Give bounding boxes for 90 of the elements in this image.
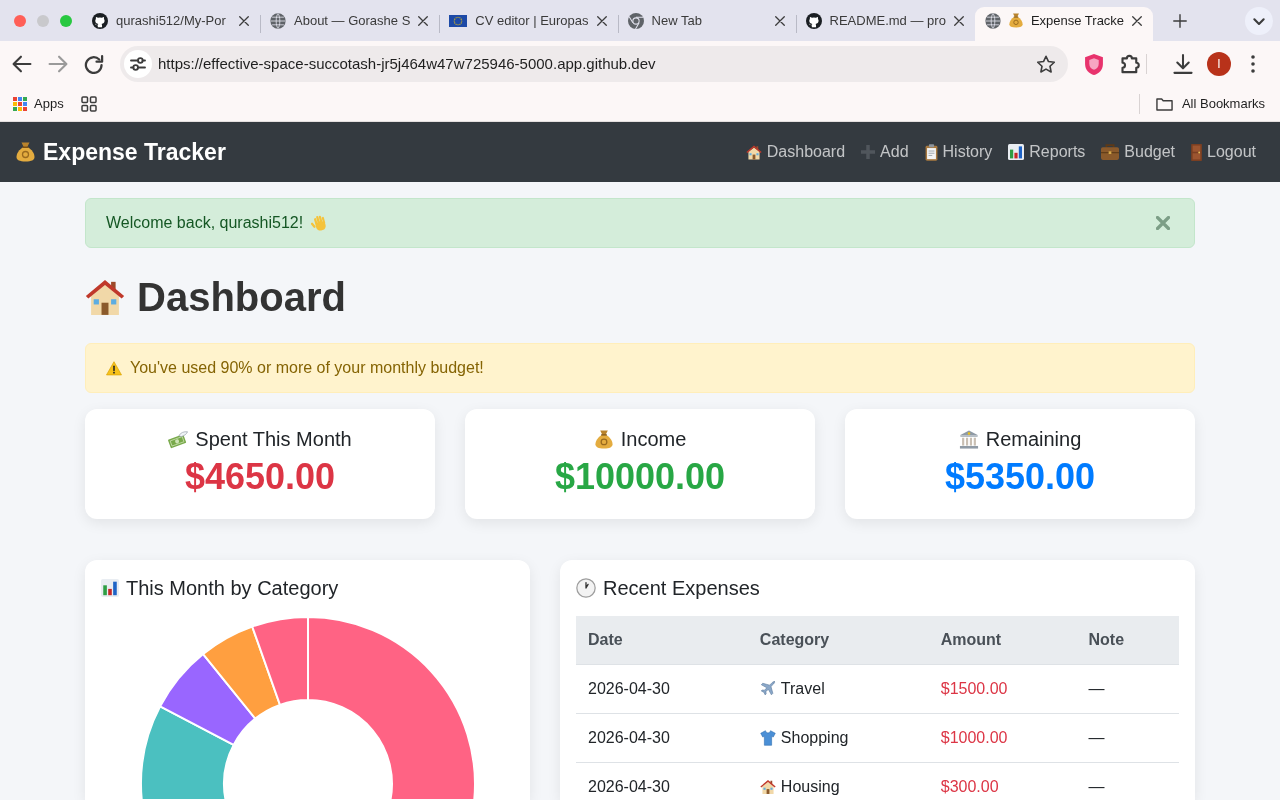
category-text: Housing [780, 777, 840, 797]
reload-icon[interactable] [84, 54, 104, 74]
close-icon[interactable] [239, 15, 249, 26]
close-icon[interactable] [774, 15, 785, 26]
shield-icon[interactable] [1085, 53, 1103, 75]
table-cell: $1500.00 [928, 664, 1077, 714]
column-header: Date [576, 616, 748, 665]
money-bag-icon [16, 142, 35, 162]
profile-button[interactable]: I [1207, 52, 1231, 76]
card-title: This Month by Category [126, 576, 339, 600]
back-arrow-icon[interactable] [12, 55, 32, 73]
browser-tab[interactable]: CV editor | Europas [439, 7, 618, 41]
site-settings-icon[interactable] [124, 50, 152, 78]
close-icon[interactable] [953, 15, 964, 26]
plus-icon [861, 145, 876, 159]
browser-tab[interactable]: README.md — pro [795, 7, 975, 41]
folder-icon [1155, 97, 1173, 111]
bookmark-star-icon[interactable] [1037, 55, 1055, 73]
globe-icon [984, 12, 1001, 29]
address-bar[interactable]: https://effective-space-succotash-jr5j464w47w725946-5000.app.github.dev [120, 46, 1068, 82]
stat-value: $10000.00 [553, 457, 727, 497]
table-cell: 2026-04-30 [576, 664, 748, 714]
cat-logo-icon [92, 12, 108, 29]
browser-tab[interactable]: Expense Tracke [974, 7, 1154, 41]
column-header: Amount [928, 616, 1077, 665]
close-icon [1156, 216, 1170, 230]
house-icon [745, 144, 762, 160]
money-bag-icon [593, 429, 614, 449]
warning-icon [106, 360, 122, 376]
browser-tab[interactable]: qurashi512/My-Por [82, 7, 260, 41]
puzzle-icon[interactable] [1120, 54, 1140, 74]
nav-link[interactable]: Reports [1000, 140, 1094, 164]
briefcase-icon [1101, 144, 1120, 160]
column-header: Category [747, 616, 929, 665]
clipboard-icon [924, 143, 938, 161]
money-bag-icon [1008, 13, 1023, 28]
bank-icon [958, 429, 979, 449]
airplane-icon [759, 681, 776, 697]
round-logo-icon [627, 12, 644, 29]
stat-label: Spent This Month [195, 427, 352, 452]
card-title: Recent Expenses [603, 576, 760, 600]
page-title: Dashboard [137, 274, 346, 321]
nav-link[interactable]: History [916, 140, 1001, 164]
chevron-down-icon[interactable] [1245, 6, 1273, 35]
plus-icon[interactable] [1173, 14, 1188, 28]
download-icon[interactable] [1173, 54, 1193, 74]
browser-tab[interactable]: About — Gorashe S [260, 7, 440, 41]
close-icon[interactable] [1132, 15, 1143, 26]
flag-icon [449, 14, 468, 27]
alert-text: Welcome back, qurashi512! [106, 213, 304, 233]
nav-link[interactable]: Logout [1183, 140, 1264, 164]
table-cell: — [1076, 664, 1179, 714]
table-cell: 2026-04-30 [576, 713, 748, 763]
apps-button[interactable]: Apps [13, 94, 64, 114]
stat-value: $4650.00 [183, 457, 337, 497]
table-cell: — [1076, 713, 1179, 763]
apps-grid-icon [13, 97, 27, 111]
table-cell: $1000.00 [928, 713, 1077, 763]
nav-link[interactable]: Add [853, 140, 917, 164]
nav-link[interactable]: Dashboard [737, 140, 854, 164]
brand-link[interactable]: Expense Tracker [16, 134, 226, 170]
column-header: Note [1076, 616, 1179, 665]
clock-icon [576, 578, 596, 598]
nav-link[interactable]: Budget [1093, 140, 1184, 164]
house-icon [85, 278, 125, 316]
stat-value: $5350.00 [943, 457, 1097, 497]
table-cell: — [1076, 762, 1179, 800]
house-icon [759, 779, 776, 795]
grid-icon[interactable] [80, 96, 97, 112]
forward-arrow-icon[interactable] [48, 55, 68, 73]
bar-chart-icon [1008, 144, 1025, 160]
table-cell: 2026-04-30 [576, 762, 748, 800]
close-icon[interactable] [596, 15, 607, 26]
close-icon[interactable] [418, 15, 429, 26]
all-bookmarks-button[interactable]: All Bookmarks [1155, 94, 1265, 114]
stat-label: Income [620, 427, 687, 452]
category-text: Travel [780, 679, 825, 699]
more-menu-icon[interactable] [1251, 55, 1255, 73]
url-text: https://effective-space-succotash-jr5j464w47w725946-5000.app.github.dev [158, 53, 656, 74]
bar-chart-icon [101, 579, 119, 597]
table-cell: $300.00 [928, 762, 1077, 800]
category-text: Shopping [780, 728, 849, 748]
globe-icon [270, 12, 286, 29]
stat-label: Remaining [985, 427, 1082, 452]
shirt-icon [759, 730, 776, 746]
cat-logo-icon [805, 12, 822, 29]
flying-money-icon [168, 429, 189, 449]
door-icon [1191, 143, 1203, 161]
alert-text: You've used 90% or more of your monthly budget! [130, 358, 484, 378]
browser-tab[interactable]: New Tab [617, 7, 796, 41]
